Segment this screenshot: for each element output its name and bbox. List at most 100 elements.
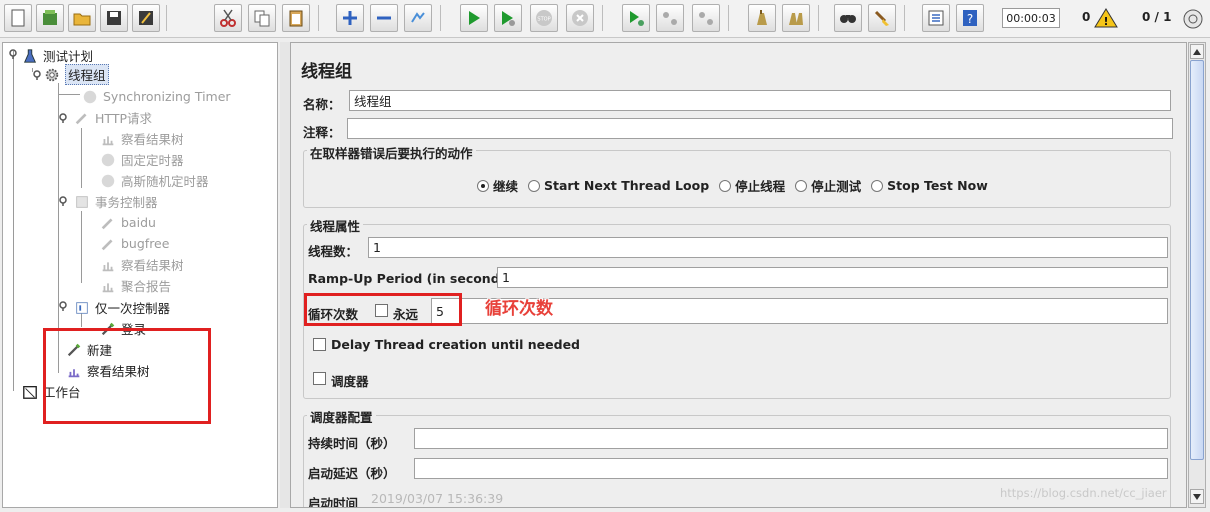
action-stop-thread-radio[interactable]: 停止线程 xyxy=(719,176,785,195)
rampup-field[interactable]: 1 xyxy=(497,267,1168,288)
vertical-scrollbar[interactable] xyxy=(1188,42,1206,508)
startup-delay-field[interactable] xyxy=(414,458,1168,479)
scroll-up-button[interactable] xyxy=(1190,44,1204,59)
new-button[interactable] xyxy=(4,4,32,32)
num-threads-label: 线程数： xyxy=(308,244,359,259)
shutdown-button[interactable] xyxy=(566,4,594,32)
collapse-test-plan-icon[interactable] xyxy=(8,49,18,59)
help-button[interactable]: ? xyxy=(956,4,984,32)
tree-node-label: baidu xyxy=(121,215,156,230)
tree-node-test-plan[interactable]: 测试计划 xyxy=(21,45,93,66)
flask-icon xyxy=(21,47,39,65)
tree-node-label: HTTP请求 xyxy=(95,111,152,126)
cut-button[interactable] xyxy=(214,4,242,32)
arrow-up-icon xyxy=(1193,48,1201,55)
radio-icon xyxy=(871,179,884,192)
action-stop-test-now-radio[interactable]: Stop Test Now xyxy=(871,178,988,193)
reset-search-button[interactable] xyxy=(868,4,896,32)
tree-node-bugfree[interactable]: bugfree xyxy=(99,233,169,254)
collapse-once-only-icon[interactable] xyxy=(58,301,68,311)
start-no-pause-button[interactable] xyxy=(494,4,522,32)
save-as-button[interactable] xyxy=(132,4,160,32)
delay-thread-label: Delay Thread creation until needed xyxy=(331,337,580,352)
tree-node-label: 仅一次控制器 xyxy=(95,301,171,316)
scheduler-checkbox[interactable] xyxy=(313,372,326,385)
num-threads-field[interactable]: 1 xyxy=(368,237,1168,258)
tree-node-http-request[interactable]: HTTP请求 xyxy=(73,107,152,128)
paste-button[interactable] xyxy=(282,4,310,32)
collapse-icon xyxy=(377,16,391,20)
elapsed-time: 00:00:03 xyxy=(1002,8,1060,28)
remote-status-icon xyxy=(1183,9,1203,29)
expand-button[interactable] xyxy=(336,4,364,32)
collapse-button[interactable] xyxy=(370,4,398,32)
radio-label: Start Next Thread Loop xyxy=(544,178,710,193)
expand-icon xyxy=(343,11,357,25)
tree-node-label: 聚合报告 xyxy=(121,279,172,294)
clear-all-icon xyxy=(789,13,803,25)
sampler-error-actions: 继续 Start Next Thread Loop 停止线程 停止测试 Stop… xyxy=(477,176,988,195)
scroll-down-button[interactable] xyxy=(1190,489,1204,504)
open-button[interactable] xyxy=(68,4,96,32)
radio-label: Stop Test Now xyxy=(887,178,988,193)
tree-node-view-results-tree-1[interactable]: 察看结果树 xyxy=(99,128,184,149)
help-icon: ? xyxy=(963,10,977,26)
clear-button[interactable] xyxy=(748,4,776,32)
warning-icon[interactable]: ! xyxy=(1094,7,1118,29)
svg-text:STOP: STOP xyxy=(537,17,550,23)
templates-button[interactable] xyxy=(36,4,64,32)
tree-node-gaussian-timer[interactable]: 高斯随机定时器 xyxy=(99,170,209,191)
highlight-box xyxy=(43,328,211,424)
action-next-loop-radio[interactable]: Start Next Thread Loop xyxy=(528,178,709,193)
duration-field[interactable] xyxy=(414,428,1168,449)
tree-node-label: 测试计划 xyxy=(43,49,94,64)
rampup-label: Ramp-Up Period (in seconds): xyxy=(308,271,518,286)
remote-stop-button[interactable] xyxy=(656,4,684,32)
toggle-button[interactable] xyxy=(404,4,432,32)
tree-node-label: 固定定时器 xyxy=(121,153,184,168)
collapse-http-request-icon[interactable] xyxy=(58,113,68,123)
open-icon xyxy=(73,13,91,26)
scheduler-config-title: 调度器配置 xyxy=(307,407,376,426)
pipette-icon xyxy=(73,109,91,127)
start-time-label: 启动时间 xyxy=(308,496,359,508)
tree-node-sync-timer[interactable]: Synchronizing Timer xyxy=(81,86,231,107)
comment-field[interactable] xyxy=(347,118,1173,139)
collapse-transaction-icon[interactable] xyxy=(58,196,68,206)
thread-group-editor: 线程组 名称： 线程组 注释： 在取样器错误后要执行的动作 继续 Start N… xyxy=(290,42,1187,508)
tree-node-aggregate-report[interactable]: 聚合报告 xyxy=(99,275,171,296)
pane-splitter[interactable] xyxy=(280,42,290,508)
tree-node-baidu[interactable]: baidu xyxy=(99,212,156,233)
function-helper-icon xyxy=(928,10,944,26)
tree-node-label: 线程组 xyxy=(65,64,109,85)
tree-node-view-results-tree-2[interactable]: 察看结果树 xyxy=(99,254,184,275)
function-helper-button[interactable] xyxy=(922,4,950,32)
scroll-thumb[interactable] xyxy=(1190,60,1204,460)
templates-icon xyxy=(43,10,57,25)
save-button[interactable] xyxy=(100,4,128,32)
delay-thread-checkbox[interactable] xyxy=(313,338,326,351)
collapse-thread-group-icon[interactable] xyxy=(32,70,42,80)
remote-exit-button[interactable] xyxy=(692,4,720,32)
action-continue-radio[interactable]: 继续 xyxy=(477,176,518,195)
search-button[interactable] xyxy=(834,4,862,32)
tree-node-transaction-controller[interactable]: 事务控制器 xyxy=(73,191,158,212)
action-stop-test-radio[interactable]: 停止测试 xyxy=(795,176,861,195)
radio-label: 停止测试 xyxy=(811,179,862,194)
annotation-label: 循环次数 xyxy=(485,299,553,319)
timer-icon xyxy=(81,88,99,106)
tree-node-once-only-controller[interactable]: 仅一次控制器 xyxy=(73,297,170,318)
start-button[interactable] xyxy=(460,4,488,32)
copy-button[interactable] xyxy=(248,4,276,32)
controller-icon xyxy=(73,299,91,317)
test-plan-tree[interactable]: 测试计划 线程组 Synchronizing Timer HTTP请求 察看结果… xyxy=(2,42,278,508)
name-field[interactable]: 线程组 xyxy=(349,90,1171,111)
clear-all-button[interactable] xyxy=(782,4,810,32)
tree-node-thread-group[interactable]: 线程组 xyxy=(43,64,109,85)
timer-icon xyxy=(99,172,117,190)
stop-button[interactable]: STOP xyxy=(530,4,558,32)
stop-icon: STOP xyxy=(536,10,552,26)
remote-start-button[interactable] xyxy=(622,4,650,32)
tree-node-constant-timer[interactable]: 固定定时器 xyxy=(99,149,184,170)
start-time-field[interactable]: 2019/03/07 15:36:39 xyxy=(367,488,667,507)
